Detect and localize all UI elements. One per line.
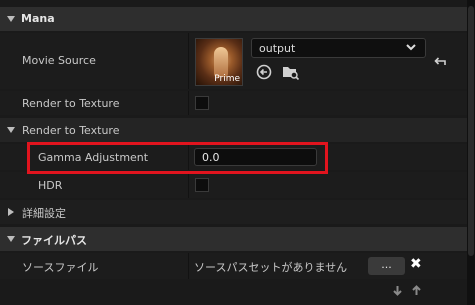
browse-to-asset-icon[interactable]	[282, 64, 300, 83]
movie-thumbnail[interactable]: Prime	[195, 38, 243, 86]
expand-arrow-icon[interactable]	[7, 16, 15, 22]
expand-arrow-icon[interactable]	[7, 236, 15, 242]
reset-to-default-icon[interactable]	[433, 55, 447, 70]
source-path-value: ソースパスセットがありません	[194, 261, 348, 274]
column-divider	[188, 253, 189, 279]
group-title: 詳細設定	[22, 207, 66, 220]
column-divider	[188, 91, 189, 115]
column-divider	[188, 172, 189, 198]
browse-button[interactable]: ...	[368, 257, 405, 275]
property-render-to-texture: Render to Texture	[0, 91, 467, 115]
group-advanced-settings[interactable]: 詳細設定	[0, 200, 467, 224]
highlight-box	[27, 142, 328, 174]
dropdown-value: output	[259, 42, 296, 55]
column-divider	[188, 33, 189, 89]
category-mana[interactable]: Mana	[0, 7, 467, 31]
clear-icon[interactable]: ✖	[410, 256, 422, 272]
chevron-down-icon	[405, 41, 417, 56]
move-up-icon[interactable]	[411, 285, 422, 299]
render-to-texture-checkbox[interactable]	[195, 96, 209, 110]
thumbnail-figure	[214, 47, 228, 77]
property-label: Render to Texture	[22, 97, 120, 110]
category-file-path[interactable]: ファイルパス	[0, 227, 467, 251]
property-hdr: HDR	[0, 172, 467, 198]
group-title: Render to Texture	[22, 124, 120, 137]
details-panel: Mana Movie Source Prime output Render to…	[0, 0, 467, 305]
movie-source-dropdown[interactable]: output	[251, 38, 426, 58]
group-render-to-texture[interactable]: Render to Texture	[0, 118, 467, 142]
scrollbar[interactable]	[467, 0, 475, 305]
thumbnail-caption: Prime	[214, 74, 240, 84]
property-label: ソースファイル	[22, 261, 99, 274]
category-title: ファイルパス	[21, 234, 87, 247]
property-label: Movie Source	[22, 54, 96, 67]
expand-arrow-icon[interactable]	[7, 127, 15, 133]
scrollbar-thumb[interactable]	[468, 6, 474, 256]
property-label: HDR	[38, 179, 63, 192]
expand-arrow-icon[interactable]	[8, 208, 14, 216]
use-selected-asset-icon[interactable]	[256, 64, 272, 83]
move-down-icon[interactable]	[392, 285, 403, 299]
category-title: Mana	[21, 12, 55, 25]
hdr-checkbox[interactable]	[195, 178, 209, 192]
